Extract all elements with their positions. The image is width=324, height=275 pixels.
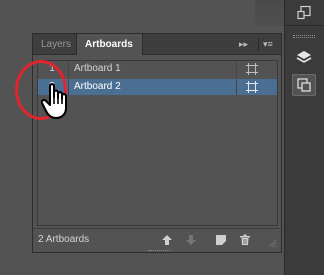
row-divider	[68, 61, 69, 77]
panel-header: Layers Artboards ▸▸ ▾≡	[33, 34, 281, 55]
right-dock	[284, 0, 324, 275]
artboard-panel-icon[interactable]	[292, 2, 316, 24]
artboards-panel: Layers Artboards ▸▸ ▾≡ 1 Artboard 1 2	[32, 33, 282, 253]
artboard-name[interactable]: Artboard 1	[74, 61, 121, 77]
row-divider	[236, 61, 237, 77]
panel-footer: 2 Artboards	[33, 228, 281, 252]
hand-cursor-icon	[40, 81, 75, 124]
layers-icon[interactable]	[292, 46, 316, 68]
tab-artboards[interactable]: Artboards	[76, 34, 143, 55]
row-divider	[236, 79, 237, 95]
bottom-strip	[0, 261, 284, 275]
dock-grip[interactable]	[293, 35, 315, 38]
artboard-count: 2 Artboards	[38, 234, 90, 245]
artboard-name[interactable]: Artboard 2	[74, 79, 121, 95]
move-up-arrow-icon[interactable]	[160, 233, 174, 247]
panel-resize-grip[interactable]	[148, 250, 170, 253]
resize-corner-icon[interactable]	[265, 236, 279, 250]
artboard-row[interactable]: 1 Artboard 1	[38, 61, 277, 77]
top-strip	[0, 0, 284, 26]
panel-menu-button[interactable]: ▾≡	[263, 34, 273, 55]
header-separator	[258, 38, 259, 51]
top-strip-shade	[255, 0, 284, 26]
tab-layers[interactable]: Layers	[33, 34, 79, 55]
new-artboard-icon[interactable]	[214, 233, 228, 247]
delete-icon[interactable]	[238, 233, 252, 247]
move-down-arrow-icon[interactable]	[184, 233, 198, 247]
artboards-icon[interactable]	[292, 74, 316, 96]
artboard-options-icon[interactable]	[246, 81, 258, 99]
dock-top-area	[285, 0, 324, 26]
collapse-panel-button[interactable]: ▸▸	[239, 34, 248, 55]
